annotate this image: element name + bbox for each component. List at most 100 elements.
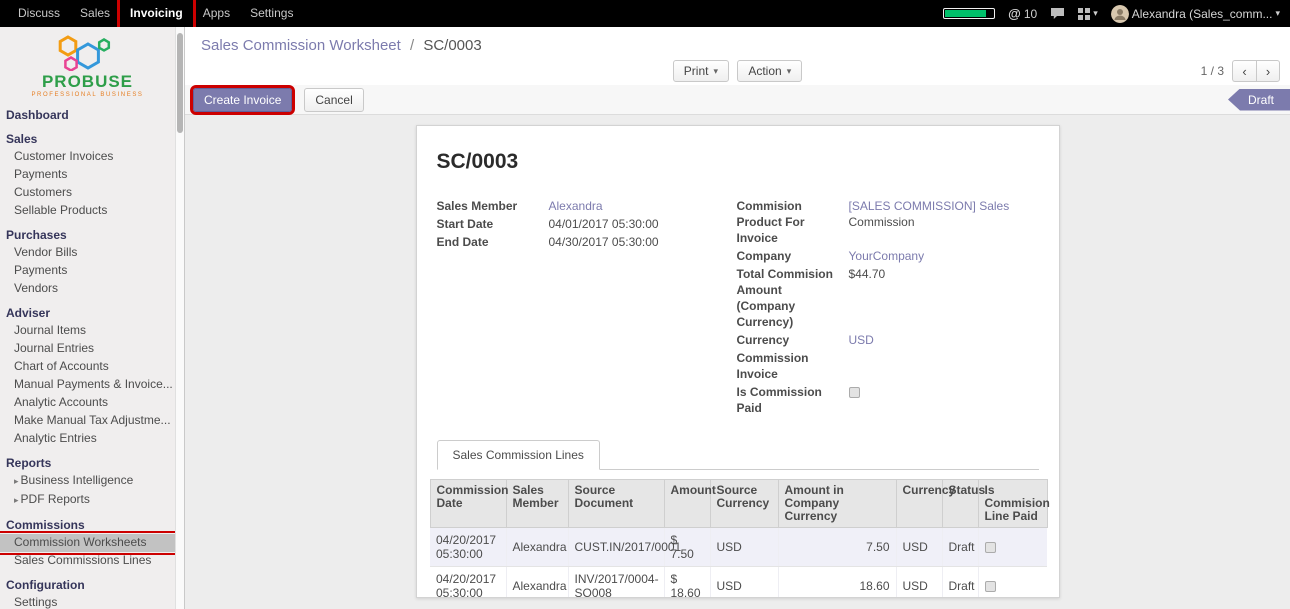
table-row[interactable]: 04/20/2017 05:30:00 Alexandra INV/2017/0… [430,567,1047,599]
sidebar-item-tax-adjustment[interactable]: Make Manual Tax Adjustme... [0,412,175,430]
col-amount-company-currency[interactable]: Amount in Company Currency [778,480,896,528]
pager: 1 / 3 ‹ › [802,60,1280,82]
cell-amount[interactable]: $ 7.50 [664,528,710,567]
cell-doc[interactable]: INV/2017/0004-SO008 [568,567,664,599]
is-commission-paid-checkbox[interactable] [849,387,860,398]
line-paid-checkbox[interactable] [985,581,996,592]
field-commission-invoice: Commission Invoice [737,350,1039,382]
menu-sales[interactable]: Sales [70,0,120,27]
cell-status[interactable]: Draft [942,567,978,599]
sidebar-item-chart-of-accounts[interactable]: Chart of Accounts [0,358,175,376]
sidebar-heading-dashboard[interactable]: Dashboard [0,105,175,124]
sidebar-item-pdf-reports[interactable]: ▸PDF Reports [0,491,175,510]
field-label: End Date [437,234,549,250]
user-menu[interactable]: Alexandra (Sales_comm... ▾ [1111,5,1280,23]
sidebar-item-payments-sales[interactable]: Payments [0,166,175,184]
expand-arrow-icon: ▸ [14,495,19,505]
top-navbar: Discuss Sales Invoicing Apps Settings @ … [0,0,1290,27]
sidebar-item-settings[interactable]: Settings [0,594,175,609]
cell-currency[interactable]: USD [896,567,942,599]
sidebar-heading-reports[interactable]: Reports [0,453,175,472]
grid-menu-icon[interactable]: ▾ [1078,8,1098,20]
scrollbar-thumb[interactable] [177,33,183,133]
table-row[interactable]: 04/20/2017 05:30:00 Alexandra CUST.IN/20… [430,528,1047,567]
cell-member[interactable]: Alexandra [506,567,568,599]
sidebar-scrollbar[interactable] [175,27,184,609]
logo-name: PROBUSE [0,72,175,92]
menu-invoicing[interactable]: Invoicing [120,0,193,27]
main-content: Sales Commission Worksheet / SC/0003 Pri… [185,27,1290,609]
cell-amount[interactable]: $ 18.60 [664,567,710,599]
col-currency[interactable]: Currency [896,480,942,528]
sidebar-item-journal-entries[interactable]: Journal Entries [0,340,175,358]
sidebar-heading-commissions[interactable]: Commissions [0,515,175,534]
cell-date[interactable]: 04/20/2017 05:30:00 [430,567,506,599]
sidebar-item-label: PDF Reports [21,492,90,506]
currency-link[interactable]: USD [849,333,874,347]
activities-count: 10 [1024,7,1037,21]
sidebar-heading-purchases[interactable]: Purchases [0,225,175,244]
col-sales-member[interactable]: Sales Member [506,480,568,528]
messages-icon[interactable] [1050,7,1065,20]
sidebar-item-sales-commissions-lines[interactable]: Sales Commissions Lines [0,552,175,570]
timer-widget[interactable] [943,8,995,19]
company-link[interactable]: YourCompany [849,249,925,263]
breadcrumb-parent[interactable]: Sales Commission Worksheet [201,37,401,54]
probuse-logo[interactable]: PROBUSE PROFESSIONAL BUSINESS [0,27,175,100]
cell-member[interactable]: Alexandra [506,528,568,567]
sidebar-item-commission-worksheets[interactable]: Commission Worksheets [0,534,175,552]
col-source-document[interactable]: Source Document [568,480,664,528]
cell-doc[interactable]: CUST.IN/2017/0001 [568,528,664,567]
sidebar-heading-sales[interactable]: Sales [0,129,175,148]
sidebar-heading-adviser[interactable]: Adviser [0,303,175,322]
field-sales-member: Sales Member Alexandra [437,198,737,214]
chevron-down-icon: ▾ [1093,8,1098,19]
sidebar-item-business-intelligence[interactable]: ▸Business Intelligence [0,472,175,491]
total-commission-value: $44.70 [849,266,1039,330]
status-badge-draft[interactable]: Draft [1228,89,1290,111]
tab-sales-commission-lines[interactable]: Sales Commission Lines [437,440,600,470]
create-invoice-button[interactable]: Create Invoice [193,88,292,112]
cell-amount-company[interactable]: 18.60 [778,567,896,599]
action-button[interactable]: Action▾ [737,60,802,82]
menu-settings[interactable]: Settings [240,0,303,27]
menu-apps[interactable]: Apps [193,0,240,27]
cell-currency[interactable]: USD [896,528,942,567]
menu-discuss[interactable]: Discuss [8,0,70,27]
cell-date[interactable]: 04/20/2017 05:30:00 [430,528,506,567]
sidebar-item-vendors[interactable]: Vendors [0,280,175,298]
sidebar-item-journal-items[interactable]: Journal Items [0,322,175,340]
col-source-currency[interactable]: Source Currency [710,480,778,528]
sidebar-item-analytic-accounts[interactable]: Analytic Accounts [0,394,175,412]
col-is-commission-line-paid[interactable]: Is Commision Line Paid [978,480,1047,528]
sidebar-item-sellable-products[interactable]: Sellable Products [0,202,175,220]
sidebar-item-manual-payments[interactable]: Manual Payments & Invoice... [0,376,175,394]
sidebar-item-payments-purchases[interactable]: Payments [0,262,175,280]
line-paid-checkbox[interactable] [985,542,996,553]
pager-previous-button[interactable]: ‹ [1232,60,1256,82]
sales-member-link[interactable]: Alexandra [549,199,603,213]
cell-source-currency[interactable]: USD [710,528,778,567]
sidebar-item-customer-invoices[interactable]: Customer Invoices [0,148,175,166]
sidebar-item-analytic-entries[interactable]: Analytic Entries [0,430,175,448]
pager-next-button[interactable]: › [1256,60,1280,82]
field-is-commission-paid: Is Commission Paid [737,384,1039,416]
sidebar: PROBUSE PROFESSIONAL BUSINESS Dashboard … [0,27,185,609]
col-commission-date[interactable]: Commission Date [430,480,506,528]
print-button[interactable]: Print▾ [673,60,729,82]
col-amount[interactable]: Amount [664,480,710,528]
cancel-button[interactable]: Cancel [304,88,363,112]
cell-status[interactable]: Draft [942,528,978,567]
activities-counter[interactable]: @ 10 [1008,6,1037,21]
form-view-area: SC/0003 Sales Member Alexandra Start Dat… [185,115,1290,609]
field-group-left: Sales Member Alexandra Start Date 04/01/… [437,198,737,418]
sidebar-heading-configuration[interactable]: Configuration [0,575,175,594]
app-window: Discuss Sales Invoicing Apps Settings @ … [0,0,1290,609]
commission-product-link[interactable]: [SALES COMMISSION] Sales [849,199,1010,213]
cell-source-currency[interactable]: USD [710,567,778,599]
sidebar-item-vendor-bills[interactable]: Vendor Bills [0,244,175,262]
action-label: Action [748,64,781,78]
action-buttons: Print▾ Action▾ [673,60,802,82]
cell-amount-company[interactable]: 7.50 [778,528,896,567]
sidebar-item-customers[interactable]: Customers [0,184,175,202]
